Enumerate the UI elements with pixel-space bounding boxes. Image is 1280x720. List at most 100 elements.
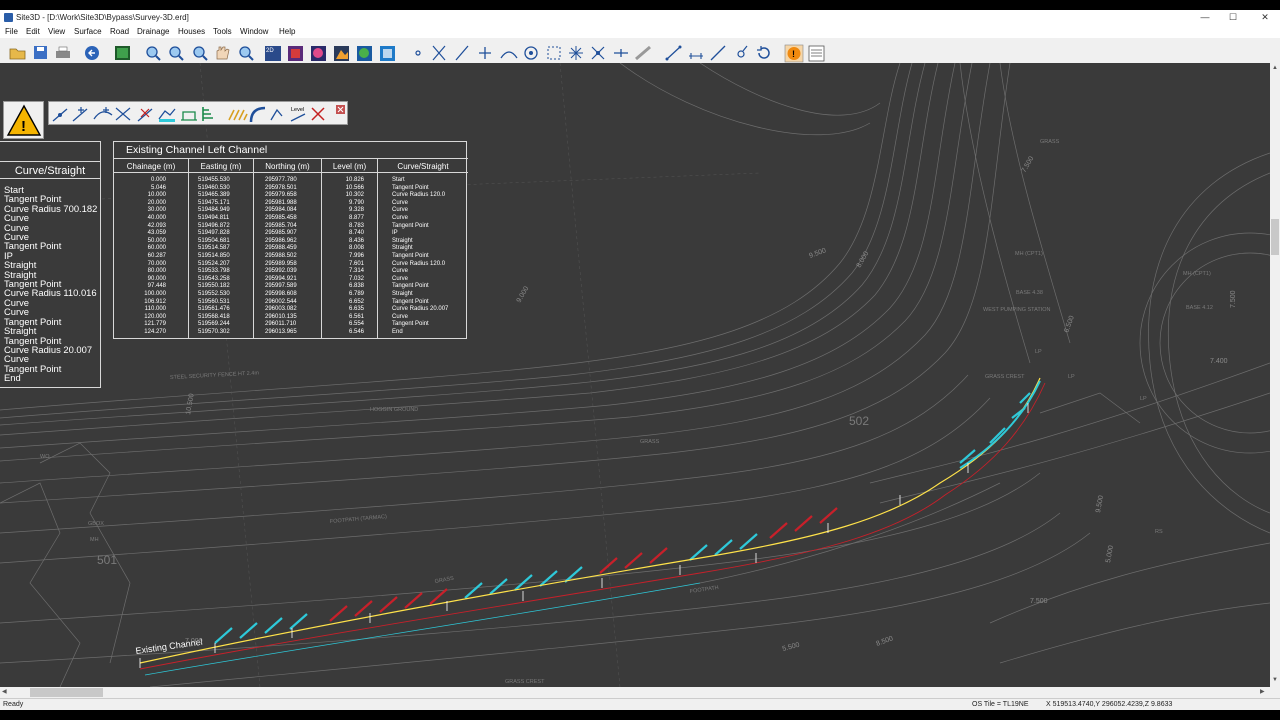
channel-cross-icon[interactable] [311, 107, 325, 121]
horizontal-scroll-thumb[interactable] [30, 688, 103, 697]
table-cell-level: 8.740 [348, 230, 364, 237]
scroll-left-icon[interactable]: ◀ [2, 688, 7, 695]
ruler-icon[interactable] [635, 45, 651, 61]
warning-badge[interactable]: ! [3, 101, 44, 139]
table-cell-curve: End [392, 328, 403, 335]
zoom-in-icon[interactable] [146, 46, 161, 61]
table-cell-northing: 295992.039 [265, 268, 297, 275]
map-annotation: GRASS [434, 576, 454, 585]
vertical-scrollbar[interactable]: ▲ ▼ [1270, 63, 1280, 687]
channel-close-icon[interactable] [336, 105, 345, 114]
title-bar: Site3D - [D:\Work\Site3D\Bypass\Survey-3… [0, 10, 1280, 25]
snap-perpendicular-icon[interactable] [479, 47, 491, 59]
menu-road[interactable]: Road [110, 25, 129, 38]
maximize-button[interactable]: ☐ [1218, 10, 1248, 25]
map-annotation: STEEL SECURITY FENCE HT 2.4m [170, 370, 260, 381]
table-cell-easting: 519524.207 [198, 260, 230, 267]
table-cell-chainage: 90.000 [147, 275, 166, 282]
trim-icon[interactable] [710, 45, 726, 61]
zoom-extents-icon[interactable] [239, 46, 254, 61]
layer-manager-icon[interactable] [380, 46, 395, 61]
channel-bank-icon[interactable] [181, 111, 197, 121]
pan-hand-icon[interactable] [216, 46, 230, 60]
menu-drainage[interactable]: Drainage [137, 25, 169, 38]
draw-line-icon[interactable] [665, 45, 682, 61]
column-header-level: Level (m) [321, 158, 377, 173]
extend-icon[interactable] [737, 45, 748, 58]
menu-edit[interactable]: Edit [26, 25, 40, 38]
channel-curve-icon[interactable] [93, 107, 113, 120]
properties-icon[interactable] [808, 45, 825, 62]
scroll-right-icon[interactable]: ▶ [1260, 688, 1265, 695]
map-annotation: LP [1035, 349, 1042, 355]
channel-add-point-icon[interactable] [52, 108, 68, 122]
layers-icon[interactable] [115, 46, 130, 60]
alert-icon[interactable]: ! [784, 44, 804, 63]
minimize-button[interactable]: — [1190, 10, 1220, 25]
channel-node-icon[interactable] [115, 107, 131, 121]
channel-insert-icon[interactable] [72, 107, 88, 122]
snap-midpoint-icon[interactable] [614, 49, 628, 57]
snap-node-icon[interactable] [591, 46, 605, 60]
menu-tools[interactable]: Tools [213, 25, 232, 38]
table-cell-curve: Straight [392, 237, 413, 244]
channel-profile-icon[interactable] [202, 107, 213, 121]
2d-3d-view-icon[interactable]: 2D [265, 46, 281, 61]
table-cell-level: 6.635 [348, 306, 364, 313]
table-cell-level: 10.566 [345, 184, 364, 191]
map-annotation: GBOX [88, 521, 104, 527]
dimension-icon[interactable] [689, 53, 703, 59]
snap-circle-icon[interactable] [524, 46, 538, 60]
zoom-window-icon[interactable] [193, 46, 208, 61]
map-annotation: GRASS [640, 439, 660, 445]
menu-houses[interactable]: Houses [178, 25, 205, 38]
menu-help[interactable]: Help [279, 25, 295, 38]
print-icon[interactable] [56, 46, 70, 58]
table-cell-easting: 519475.171 [198, 199, 230, 206]
menu-window[interactable]: Window [240, 25, 268, 38]
snap-point-icon[interactable] [415, 50, 421, 56]
render-icon-3[interactable] [334, 46, 349, 61]
scroll-down-icon[interactable]: ▼ [1272, 677, 1278, 683]
vertical-scroll-thumb[interactable] [1271, 219, 1279, 255]
refresh-icon[interactable] [757, 46, 770, 59]
table-cell-curve: Tangent Point [392, 184, 429, 191]
curve-straight-item: End [4, 372, 21, 384]
zoom-out-icon[interactable] [169, 46, 184, 61]
channel-level-icon[interactable]: Level [290, 107, 306, 122]
table-cell-level: 7.314 [348, 268, 364, 275]
channel-hatch-icon[interactable] [228, 109, 248, 121]
table-cell-easting: 519484.949 [198, 207, 230, 214]
table-cell-level: 6.554 [348, 321, 364, 328]
save-icon[interactable] [34, 46, 47, 59]
render-icon-1[interactable] [288, 46, 303, 61]
globe-icon[interactable] [357, 46, 372, 61]
back-icon[interactable] [85, 46, 99, 60]
open-folder-icon[interactable] [9, 48, 26, 60]
channel-bend-icon[interactable] [249, 106, 266, 123]
snap-arc-icon[interactable] [500, 51, 518, 59]
channel-delete-icon[interactable] [137, 108, 153, 122]
channel-link-icon[interactable] [270, 108, 283, 121]
column-divider [188, 173, 189, 338]
table-cell-northing: 295978.501 [265, 184, 297, 191]
scroll-up-icon[interactable]: ▲ [1272, 65, 1278, 71]
menu-bar: File Edit View Surface Road Drainage Hou… [0, 25, 1280, 38]
drawing-viewport[interactable]: Existing Channel 501 502 9.000 7.500 9.5… [0, 63, 1270, 687]
menu-view[interactable]: View [48, 25, 65, 38]
map-annotation: GRASS CREST [985, 374, 1025, 380]
channel-section-icon[interactable] [158, 108, 176, 122]
menu-surface[interactable]: Surface [74, 25, 102, 38]
table-cell-chainage: 5.046 [150, 184, 166, 191]
snap-cross-icon[interactable] [569, 46, 583, 60]
horizontal-scrollbar[interactable]: ◀ ▶ [0, 687, 1270, 698]
table-cell-chainage: 40.000 [147, 214, 166, 221]
snap-line-icon[interactable] [455, 45, 469, 61]
table-cell-chainage: 97.448 [147, 283, 166, 290]
snap-grid-icon[interactable] [547, 46, 561, 60]
map-annotation: LP [1068, 374, 1075, 380]
snap-intersection-icon[interactable] [432, 45, 446, 61]
render-icon-2[interactable] [311, 46, 326, 61]
close-button[interactable]: ✕ [1250, 10, 1280, 25]
menu-file[interactable]: File [5, 25, 18, 38]
